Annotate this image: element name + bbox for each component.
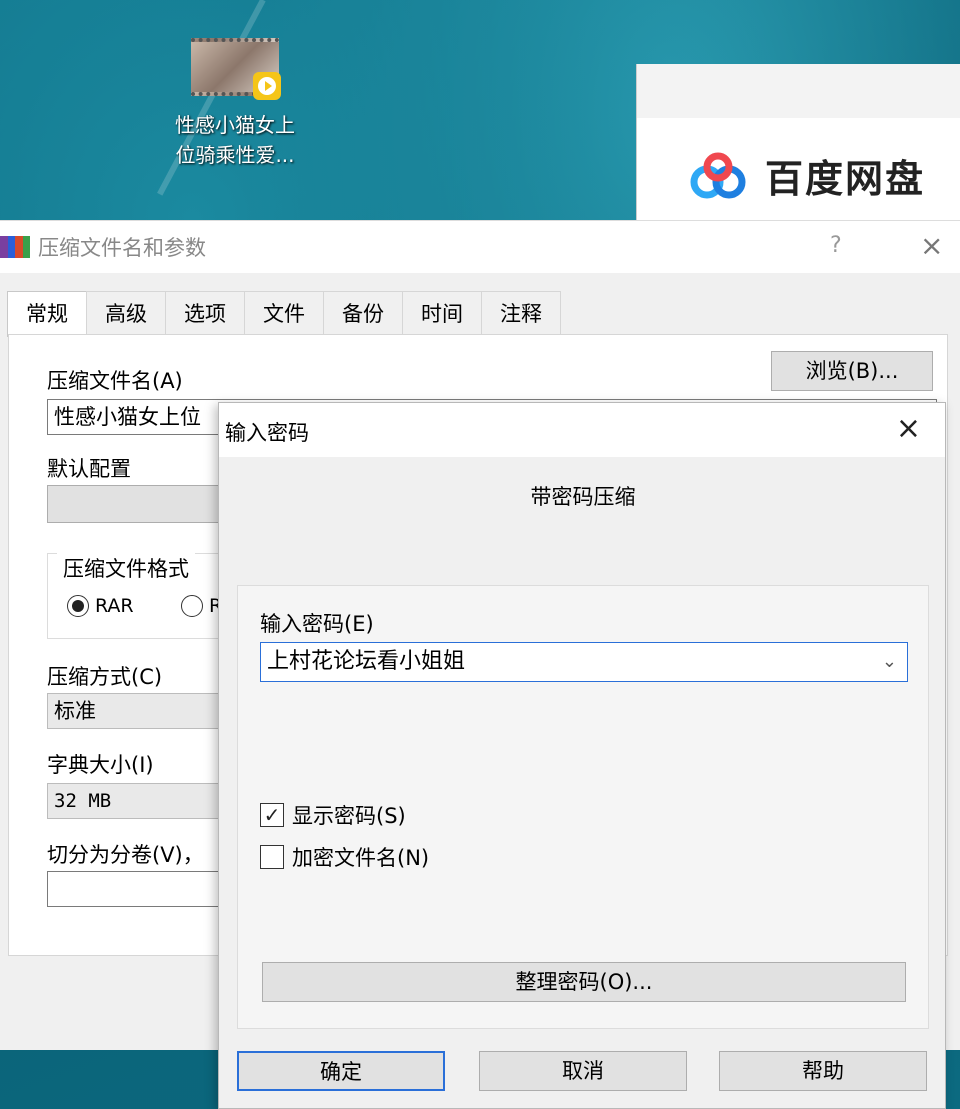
cancel-button[interactable]: 取消 (479, 1051, 687, 1091)
baidu-cloud-logo-icon (690, 152, 746, 198)
ok-button[interactable]: 确定 (237, 1051, 445, 1091)
tab-time[interactable]: 时间 (402, 291, 482, 335)
baidu-app-name: 百度网盘 (765, 157, 926, 201)
help-icon[interactable]: ? (830, 233, 842, 258)
password-input[interactable]: 上村花论坛看小姐姐 ⌄ (260, 642, 908, 682)
archive-format-label: 压缩文件格式 (57, 553, 195, 583)
file-label-line2: 位骑乘性爱... (175, 143, 295, 167)
organize-passwords-button[interactable]: 整理密码(O)... (262, 962, 906, 1002)
tab-bar: 常规 高级 选项 文件 备份 时间 注释 (7, 291, 561, 337)
browse-button[interactable]: 浏览(B)... (771, 351, 933, 391)
tab-advanced[interactable]: 高级 (86, 291, 166, 335)
baidu-titlebar (637, 64, 960, 118)
password-dialog-heading: 带密码压缩 (530, 485, 636, 509)
radio-unselected-icon (181, 595, 203, 617)
show-password-label: 显示密码(S) (292, 804, 406, 828)
checkbox-unchecked-icon (260, 845, 284, 869)
encrypt-filenames-label: 加密文件名(N) (292, 846, 430, 870)
baidu-netdisk-window: 百度网盘 (636, 64, 960, 224)
password-dialog-title: 输入密码 (225, 421, 309, 445)
format-rar-radio[interactable]: RAR (67, 595, 134, 617)
dictionary-size-label: 字典大小(I) (47, 753, 154, 777)
close-icon[interactable]: × (896, 411, 921, 446)
close-icon[interactable]: × (920, 229, 943, 262)
format-rar-label: RAR (95, 595, 134, 617)
tab-options[interactable]: 选项 (165, 291, 245, 335)
chevron-down-icon[interactable]: ⌄ (882, 643, 897, 681)
desktop-file-label: 性感小猫女上 位骑乘性爱... (150, 110, 320, 170)
desktop-file-icon[interactable]: 性感小猫女上 位骑乘性爱... (150, 38, 320, 170)
radio-selected-icon (67, 595, 89, 617)
password-group: 输入密码(E) 上村花论坛看小姐姐 ⌄ ✓ 显示密码(S) 加密文件名(N) 整… (237, 585, 929, 1029)
video-play-icon (253, 72, 281, 100)
archive-dialog-titlebar: 压缩文件名和参数 ? × (0, 221, 960, 273)
tab-backup[interactable]: 备份 (323, 291, 403, 335)
baidu-brand: 百度网盘 (637, 118, 960, 203)
encrypt-filenames-checkbox[interactable]: 加密文件名(N) (260, 842, 429, 872)
tab-general[interactable]: 常规 (7, 291, 87, 337)
archive-name-label: 压缩文件名(A) (47, 369, 183, 393)
winrar-app-icon (0, 236, 30, 258)
file-label-line1: 性感小猫女上 (175, 113, 295, 137)
password-dialog-titlebar: 输入密码 × (219, 403, 945, 457)
tab-comment[interactable]: 注释 (481, 291, 561, 335)
video-thumbnail (191, 38, 281, 100)
password-dialog: 输入密码 × 带密码压缩 输入密码(E) 上村花论坛看小姐姐 ⌄ ✓ 显示密码(… (218, 402, 946, 1109)
split-volumes-label: 切分为分卷(V)， (47, 843, 204, 867)
show-password-checkbox[interactable]: ✓ 显示密码(S) (260, 800, 406, 830)
default-profile-label: 默认配置 (47, 457, 131, 481)
compression-method-label: 压缩方式(C) (47, 665, 163, 689)
format-other-radio[interactable]: R (181, 595, 222, 617)
archive-dialog-title: 压缩文件名和参数 (38, 236, 206, 260)
tab-files[interactable]: 文件 (244, 291, 324, 335)
checkbox-checked-icon: ✓ (260, 803, 284, 827)
password-label: 输入密码(E) (260, 612, 374, 636)
password-value: 上村花论坛看小姐姐 (267, 649, 466, 674)
help-button[interactable]: 帮助 (719, 1051, 927, 1091)
